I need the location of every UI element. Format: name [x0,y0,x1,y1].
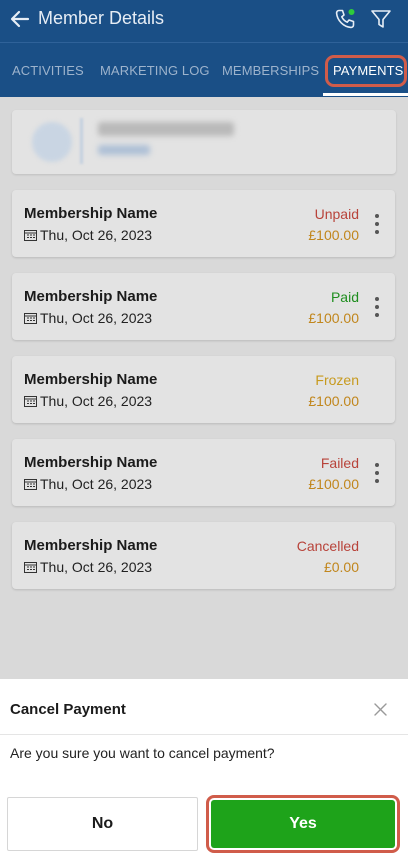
payment-status: Cancelled [296,538,359,554]
tab-memberships[interactable]: MEMBERSHIPS [222,63,319,78]
no-button[interactable]: No [7,797,198,851]
payment-status: Unpaid [314,206,359,222]
payment-row[interactable]: Membership Name Thu, Oct 26, 2023 Failed… [12,439,395,506]
sheet-divider [0,734,408,735]
payment-row[interactable]: Membership Name Thu, Oct 26, 2023 Cancel… [12,522,395,589]
tab-bar: ACTIVITIES MARKETING LOG MEMBERSHIPS PAY… [0,43,408,97]
member-card [12,110,396,174]
yes-button[interactable]: Yes [211,800,395,848]
payment-amount: £100.00 [308,476,359,492]
app-bar: Member Details ACTIVITIES MARKETING LOG … [0,0,408,97]
calendar-icon [24,479,37,490]
more-vertical-icon[interactable] [373,213,381,235]
payment-date-text: Thu, Oct 26, 2023 [40,310,153,326]
calendar-icon [24,562,37,573]
phone-icon[interactable] [334,8,356,30]
membership-name: Membership Name [24,454,158,471]
header: Member Details [0,0,408,40]
sheet-title: Cancel Payment [10,701,126,718]
page-title: Member Details [38,8,165,28]
payment-status: Frozen [315,372,359,388]
payment-date: Thu, Oct 26, 2023 [24,310,152,326]
membership-name: Membership Name [24,537,158,554]
payment-amount: £100.00 [308,393,359,409]
calendar-icon [24,396,37,407]
payment-date-text: Thu, Oct 26, 2023 [40,476,153,492]
payment-status: Failed [320,455,359,471]
payment-amount: £100.00 [308,227,359,243]
tab-marketing-log[interactable]: MARKETING LOG [100,63,210,78]
payment-amount: £0.00 [323,559,359,575]
payment-date: Thu, Oct 26, 2023 [24,393,152,409]
payment-row[interactable]: Membership Name Thu, Oct 26, 2023 Unpaid… [12,190,395,257]
more-vertical-icon[interactable] [373,296,381,318]
filter-funnel-icon[interactable] [370,9,392,29]
membership-name: Membership Name [24,288,158,305]
member-name-blurred [98,122,234,136]
membership-name: Membership Name [24,371,158,388]
cancel-payment-sheet: Cancel Payment Are you sure you want to … [0,679,408,868]
active-tab-indicator [323,93,408,96]
avatar-divider [80,118,83,164]
payment-amount: £100.00 [308,310,359,326]
payment-date-text: Thu, Oct 26, 2023 [40,227,153,243]
payment-row[interactable]: Membership Name Thu, Oct 26, 2023 Paid £… [12,273,395,340]
close-icon[interactable] [374,703,387,716]
payment-row[interactable]: Membership Name Thu, Oct 26, 2023 Frozen… [12,356,395,423]
payment-date: Thu, Oct 26, 2023 [24,559,152,575]
payment-date-text: Thu, Oct 26, 2023 [40,559,153,575]
payment-date: Thu, Oct 26, 2023 [24,476,152,492]
calendar-icon [24,230,37,241]
payment-date: Thu, Oct 26, 2023 [24,227,152,243]
arrow-left-icon[interactable] [10,9,30,29]
payment-date-text: Thu, Oct 26, 2023 [40,393,153,409]
calendar-icon [24,313,37,324]
membership-name: Membership Name [24,205,158,222]
avatar [32,122,72,162]
payment-status: Paid [330,289,359,305]
more-vertical-icon[interactable] [373,462,381,484]
confirm-message: Are you sure you want to cancel payment? [10,745,275,761]
tab-activities[interactable]: ACTIVITIES [12,63,84,78]
member-role-blurred [98,145,150,155]
tab-payments[interactable]: PAYMENTS [333,63,403,78]
